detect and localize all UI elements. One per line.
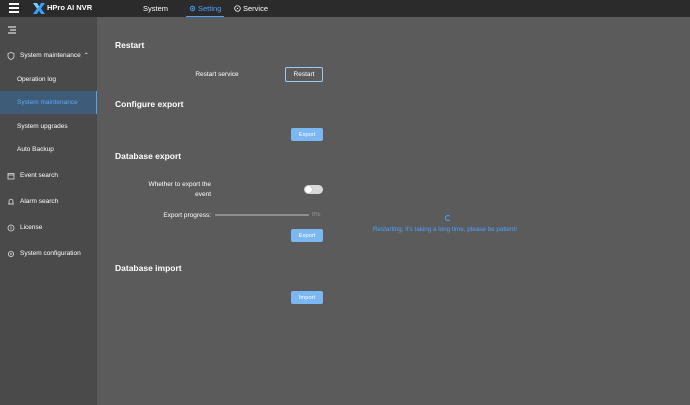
sidebar-item-auto-backup[interactable]: Auto Backup xyxy=(0,138,97,161)
top-bar: HPro AI NVR System Setting Service xyxy=(0,0,690,17)
event-icon xyxy=(7,172,15,179)
export-event-label-line1: Whether to export the xyxy=(148,181,211,188)
sidebar-item-operation-log[interactable]: Operation log xyxy=(0,68,97,91)
sidebar-item-label: Alarm search xyxy=(20,198,59,205)
license-icon xyxy=(7,224,15,231)
main-content: Restart Restart service Restart Configur… xyxy=(97,17,690,405)
export-progress-bar xyxy=(215,214,309,216)
export-event-label: Whether to export the event xyxy=(137,181,211,198)
loading-icon xyxy=(445,215,451,221)
configure-export-title: Configure export xyxy=(115,99,184,109)
sidebar-item-label: System maintenance xyxy=(17,99,78,106)
export-progress-label: Export progress: xyxy=(163,212,211,219)
shield-icon xyxy=(7,51,15,60)
restart-button[interactable]: Restart xyxy=(285,67,323,82)
chevron-up-icon: ⌃ xyxy=(83,53,89,59)
configure-export-button[interactable]: Export xyxy=(291,128,323,141)
tab-service-label: Service xyxy=(243,4,269,13)
hamburger-icon[interactable] xyxy=(9,3,19,13)
sidebar: System maintenance ⌃ Operation log Syste… xyxy=(0,17,97,405)
tab-setting-label: Setting xyxy=(198,4,222,13)
sidebar-item-label: License xyxy=(20,224,43,231)
compass-icon xyxy=(234,5,241,12)
sidebar-item-system-configuration[interactable]: System configuration xyxy=(0,242,97,265)
settings-icon xyxy=(8,250,14,257)
sidebar-item-label: System upgrades xyxy=(17,123,68,130)
tab-setting[interactable]: Setting xyxy=(185,0,225,17)
sidebar-item-system-upgrades[interactable]: System upgrades xyxy=(0,115,97,138)
export-progress-percent: 0% xyxy=(312,212,321,218)
sidebar-item-label: Event search xyxy=(20,172,58,179)
sidebar-item-label: Operation log xyxy=(17,76,57,83)
sidebar-item-system-maintenance-group[interactable]: System maintenance ⌃ xyxy=(0,44,97,67)
sidebar-item-label: System configuration xyxy=(20,250,81,257)
tab-system[interactable]: System xyxy=(143,0,168,17)
sidebar-item-system-maintenance[interactable]: System maintenance xyxy=(0,91,97,114)
database-import-button[interactable]: Import xyxy=(291,291,323,304)
database-import-title: Database import xyxy=(115,263,182,273)
menu-fold-icon[interactable] xyxy=(8,26,16,34)
sidebar-item-alarm-search[interactable]: Alarm search xyxy=(0,190,97,213)
restart-service-label: Restart service xyxy=(195,71,239,78)
bell-icon xyxy=(8,198,14,204)
database-export-button[interactable]: Export xyxy=(291,229,323,242)
gear-icon xyxy=(189,5,196,12)
sidebar-item-label: System maintenance xyxy=(20,52,81,59)
sidebar-item-event-search[interactable]: Event search xyxy=(0,164,97,187)
tab-system-label: System xyxy=(143,4,169,13)
restart-title: Restart xyxy=(115,40,145,50)
app-title: HPro AI NVR xyxy=(47,3,93,12)
sidebar-item-license[interactable]: License xyxy=(0,216,97,239)
loading-message: Restarting, it's taking a long time, ple… xyxy=(373,226,518,233)
tab-service[interactable]: Service xyxy=(234,0,268,17)
export-event-label-line2: event xyxy=(195,191,211,198)
database-export-title: Database export xyxy=(115,151,182,161)
sidebar-item-label: Auto Backup xyxy=(17,146,54,153)
export-event-toggle[interactable] xyxy=(304,185,323,194)
logo-icon xyxy=(33,3,45,14)
